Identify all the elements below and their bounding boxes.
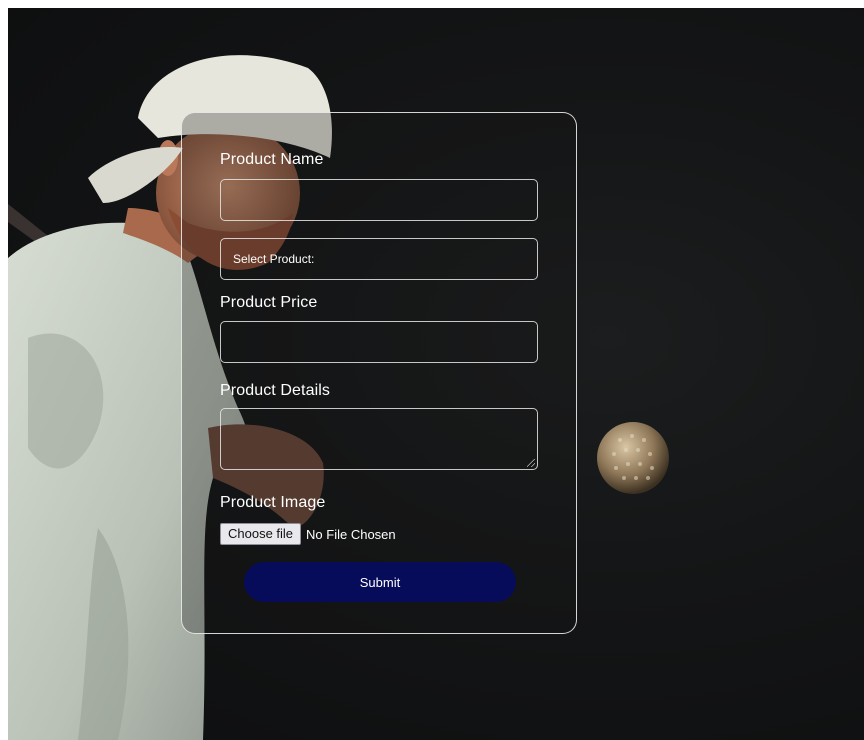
submit-button[interactable]: Submit (244, 562, 516, 602)
product-image-label: Product Image (220, 494, 326, 511)
select-product-dropdown[interactable]: Select Product: (220, 238, 538, 280)
product-details-label: Product Details (220, 382, 330, 399)
product-name-label: Product Name (220, 151, 324, 168)
product-price-label: Product Price (220, 294, 318, 311)
file-input[interactable]: Choose file No File Chosen (220, 523, 396, 545)
product-price-input[interactable] (220, 321, 538, 363)
product-details-wrapper (220, 408, 538, 470)
select-product-placeholder: Select Product: (233, 252, 315, 266)
product-form-card: Product Name Select Product: Product Pri… (181, 112, 577, 634)
choose-file-button[interactable]: Choose file (220, 523, 302, 545)
product-name-input[interactable] (220, 179, 538, 221)
resize-grip-icon[interactable] (527, 459, 535, 467)
page-background: Product Name Select Product: Product Pri… (8, 8, 864, 740)
product-details-textarea[interactable] (220, 408, 538, 470)
file-status-text: No File Chosen (306, 526, 396, 542)
